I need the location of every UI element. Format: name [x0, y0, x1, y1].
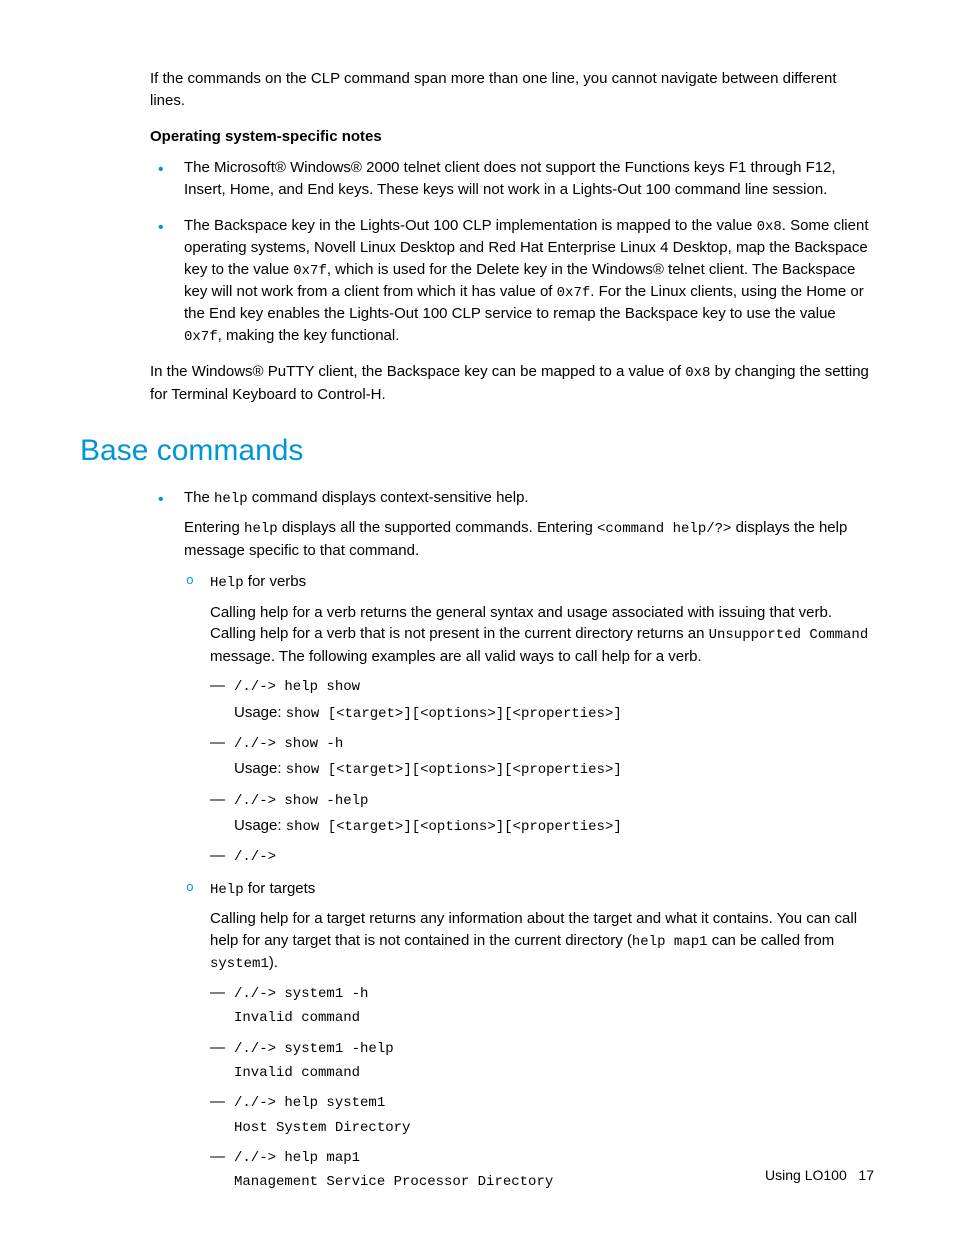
sub-paragraph: Entering help displays all the supported…	[184, 517, 874, 561]
list-item: The Microsoft® Windows® 2000 telnet clie…	[150, 157, 874, 201]
page-footer: Using LO100 17	[765, 1165, 874, 1185]
help-sublist: Help for verbs Calling help for a verb r…	[184, 571, 874, 1192]
command-text: /./-> help system1	[234, 1095, 385, 1111]
list-item: Help for verbs Calling help for a verb r…	[184, 571, 874, 867]
list-item: /./-> help system1 Host System Directory	[210, 1091, 874, 1138]
code-inline: 0x8	[685, 365, 710, 381]
page-content: If the commands on the CLP command span …	[150, 68, 874, 1193]
text-run: command displays context-sensitive help.	[248, 489, 529, 506]
text-run: The Backspace key in the Lights-Out 100 …	[184, 217, 757, 234]
text-run: , making the key functional.	[218, 327, 400, 344]
code-inline: <command help/?>	[597, 521, 731, 537]
code-inline: Help	[210, 575, 244, 591]
sub-paragraph: Calling help for a target returns any in…	[210, 908, 874, 974]
list-item: /./-> show -help Usage: show [<target>][…	[210, 789, 874, 838]
text-run: In the Windows® PuTTY client, the Backsp…	[150, 363, 685, 380]
text-run: can be called from	[708, 932, 835, 949]
code-inline: help	[214, 491, 248, 507]
os-notes-list: The Microsoft® Windows® 2000 telnet clie…	[150, 157, 874, 347]
code-inline: 0x8	[757, 219, 782, 235]
intro-paragraph: If the commands on the CLP command span …	[150, 68, 874, 112]
command-text: /./-> show -h	[234, 736, 343, 752]
sub-paragraph: Calling help for a verb returns the gene…	[210, 602, 874, 668]
code-inline: help	[244, 521, 278, 537]
text-run: displays all the supported commands. Ent…	[278, 519, 597, 536]
output-line: Invalid command	[234, 1008, 874, 1028]
page-number: 17	[858, 1167, 874, 1183]
list-item: The Backspace key in the Lights-Out 100 …	[150, 215, 874, 348]
text-run: for verbs	[244, 573, 307, 590]
usage-label: Usage:	[234, 760, 286, 777]
code-inline: 0x7f	[184, 329, 218, 345]
usage-label: Usage:	[234, 817, 286, 834]
base-commands-list: The help command displays context-sensit…	[150, 487, 874, 1193]
code-inline: Help	[210, 882, 244, 898]
putty-paragraph: In the Windows® PuTTY client, the Backsp…	[150, 361, 874, 405]
verb-examples: /./-> help show Usage: show [<target>][<…	[210, 675, 874, 867]
code-inline: show [<target>][<options>][<properties>]	[286, 762, 622, 778]
usage-line: Usage: show [<target>][<options>][<prope…	[234, 758, 874, 780]
list-item: /./-> help show Usage: show [<target>][<…	[210, 675, 874, 724]
command-text: /./-> system1 -h	[234, 986, 368, 1002]
usage-label: Usage:	[234, 704, 286, 721]
code-inline: help map1	[632, 934, 708, 950]
code-inline: show [<target>][<options>][<properties>]	[286, 706, 622, 722]
list-item: /./-> system1 -help Invalid command	[210, 1037, 874, 1084]
command-text: /./-> help map1	[234, 1150, 360, 1166]
os-notes-heading: Operating system-specific notes	[150, 126, 874, 148]
list-item: The help command displays context-sensit…	[150, 487, 874, 1193]
text-run: Entering	[184, 519, 244, 536]
command-text: /./->	[234, 849, 276, 865]
text-run: for targets	[244, 880, 316, 897]
list-item: Help for targets Calling help for a targ…	[184, 878, 874, 1193]
code-inline: 0x7f	[557, 285, 591, 301]
target-examples: /./-> system1 -h Invalid command /./-> s…	[210, 982, 874, 1192]
command-text: /./-> help show	[234, 679, 360, 695]
footer-text: Using LO100	[765, 1167, 847, 1183]
code-inline: Unsupported Command	[709, 627, 869, 643]
code-inline: show [<target>][<options>][<properties>]	[286, 819, 622, 835]
text-run: message. The following examples are all …	[210, 648, 702, 665]
command-text: /./-> show -help	[234, 793, 368, 809]
usage-line: Usage: show [<target>][<options>][<prope…	[234, 815, 874, 837]
usage-line: Usage: show [<target>][<options>][<prope…	[234, 702, 874, 724]
code-inline: system1	[210, 956, 269, 972]
list-item: /./-> show -h Usage: show [<target>][<op…	[210, 732, 874, 781]
command-text: /./-> system1 -help	[234, 1041, 394, 1057]
text-run: ).	[269, 954, 278, 971]
code-inline: 0x7f	[293, 263, 327, 279]
section-heading: Base commands	[80, 429, 874, 473]
output-line: Invalid command	[234, 1063, 874, 1083]
list-item: /./->	[210, 845, 874, 867]
list-item: /./-> system1 -h Invalid command	[210, 982, 874, 1029]
output-line: Host System Directory	[234, 1118, 874, 1138]
text-run: The	[184, 489, 214, 506]
